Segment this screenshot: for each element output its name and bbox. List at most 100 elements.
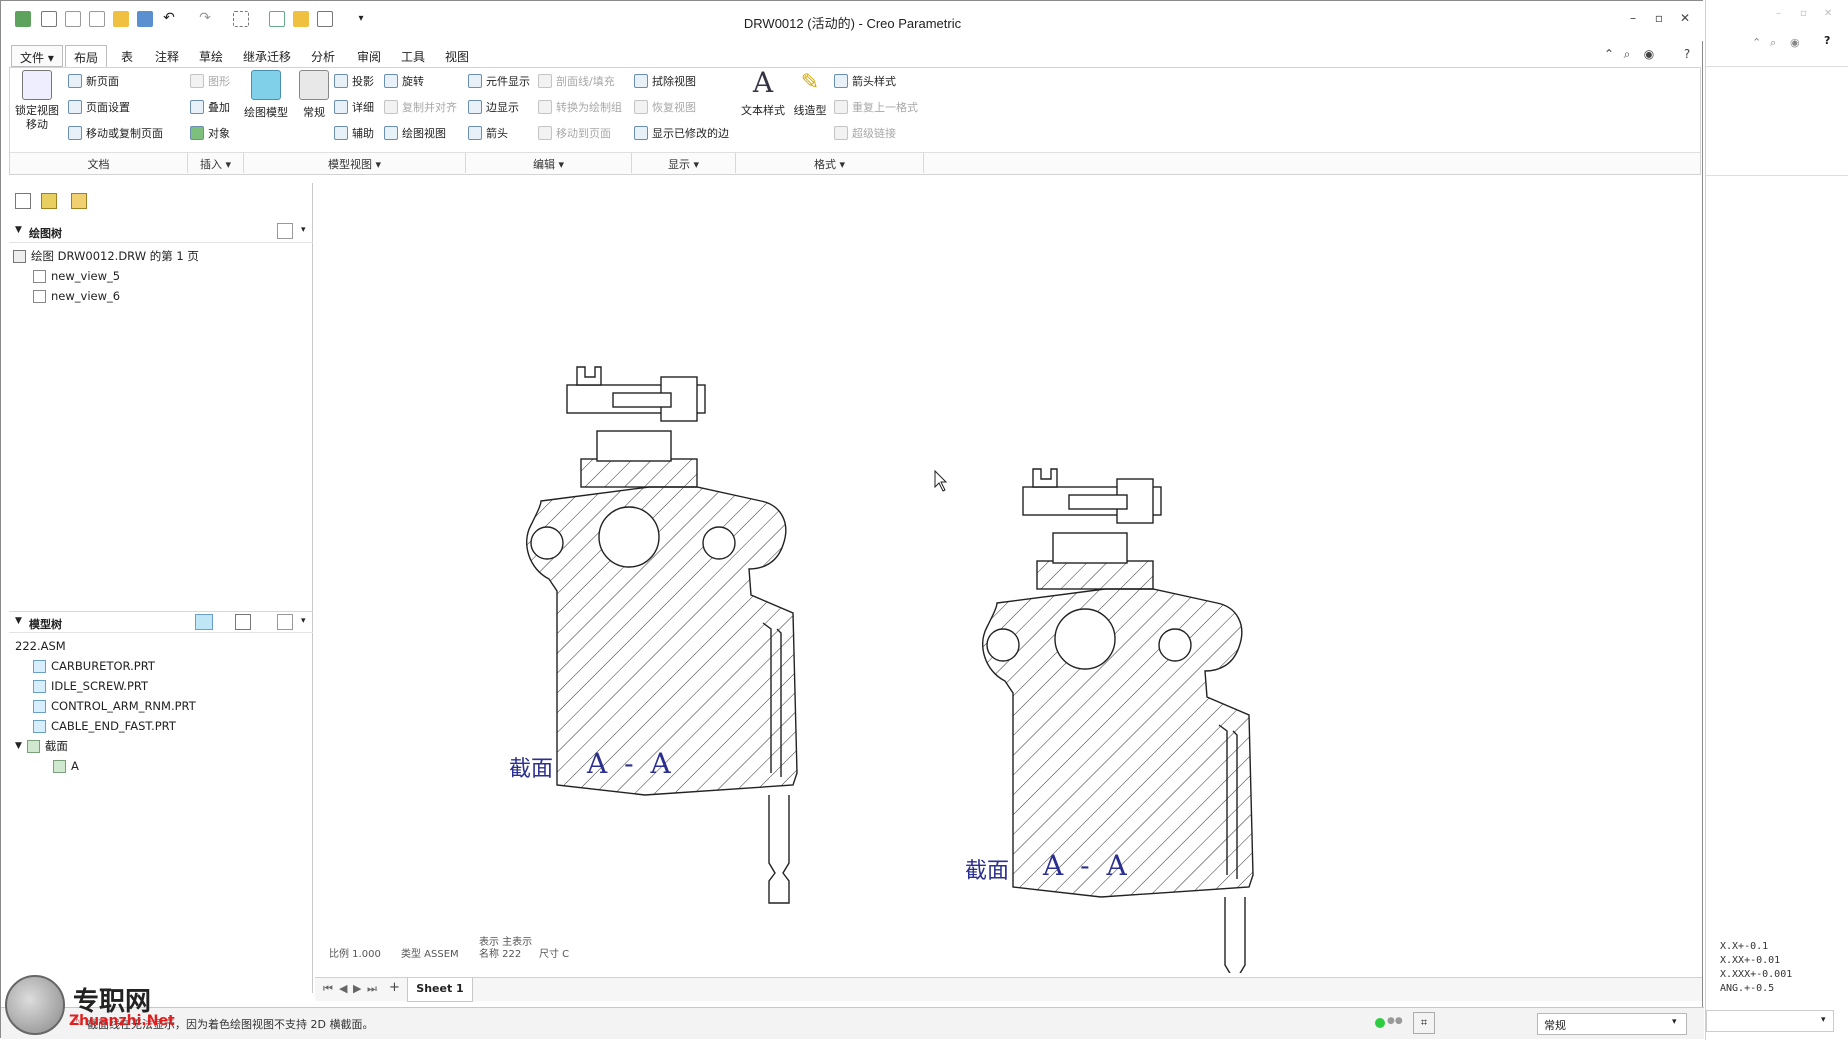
show-modified-edges-button[interactable]: 显示已修改的边 <box>634 124 729 142</box>
section-view-1[interactable] <box>526 366 798 904</box>
chevron-down-icon[interactable]: ▾ <box>301 616 306 626</box>
rotate-button[interactable]: 旋转 <box>384 72 424 90</box>
shape-button[interactable]: 图形 <box>190 72 230 90</box>
help-icon[interactable]: ? <box>1677 47 1697 65</box>
move-copy-page-button[interactable]: 移动或复制页面 <box>68 124 163 142</box>
text-style-button[interactable]: A 文本样式 <box>740 68 786 118</box>
detail-button[interactable]: 详细 <box>334 98 374 116</box>
tree-item-new-view-5[interactable]: new_view_5 <box>33 267 120 285</box>
overlay-label: 叠加 <box>208 101 230 114</box>
show-icon[interactable] <box>195 614 213 630</box>
tab-view[interactable]: 视图 <box>437 45 477 67</box>
group-format[interactable]: 格式 ▾ <box>736 153 924 173</box>
tree-settings-icon[interactable] <box>277 223 293 239</box>
component-display-button[interactable]: 元件显示 <box>468 72 530 90</box>
drawing-tree-header[interactable]: ▼ 绘图树 ▾ <box>9 221 313 243</box>
ribbon-group-bar: 文档 插入 ▾ 模型视图 ▾ 编辑 ▾ 显示 ▾ 格式 ▾ <box>10 152 1700 174</box>
minimize-icon[interactable]: – <box>1623 11 1643 29</box>
sheet-tab[interactable]: Sheet 1 <box>407 978 473 1002</box>
collapse-ribbon-icon[interactable]: ⌃ <box>1752 36 1761 49</box>
arrow-button[interactable]: 箭头 <box>468 124 508 142</box>
tolerance-line: X.XXX+-0.001 <box>1720 969 1793 980</box>
drawing-canvas[interactable]: 截面 A - A 截面 A - A <box>315 183 1702 973</box>
group-edit[interactable]: 编辑 ▾ <box>466 153 632 173</box>
maximize-icon[interactable]: ▫ <box>1800 8 1807 19</box>
line-style-button[interactable]: ✎ 线造型 <box>790 68 830 118</box>
help-icon[interactable]: ? <box>1824 34 1830 47</box>
settings-icon[interactable]: ◉ <box>1639 47 1659 65</box>
tab-review[interactable]: 审阅 <box>349 45 389 67</box>
edge-display-button[interactable]: 边显示 <box>468 98 519 116</box>
tab-analysis[interactable]: 分析 <box>303 45 343 67</box>
group-display[interactable]: 显示 ▾ <box>632 153 736 173</box>
erase-view-button[interactable]: 拭除视图 <box>634 72 696 90</box>
layer-tree-icon[interactable] <box>15 193 31 209</box>
general-view-button[interactable]: 常规 <box>294 70 334 120</box>
hyperlink-button[interactable]: 超级链接 <box>834 124 896 142</box>
convert-to-draft-button[interactable]: 转换为绘制组 <box>538 98 622 116</box>
copy-align-button[interactable]: 复制并对齐 <box>384 98 457 116</box>
tab-tools[interactable]: 工具 <box>393 45 433 67</box>
close-icon[interactable]: ✕ <box>1675 11 1695 29</box>
tree-item-new-view-6[interactable]: new_view_6 <box>33 287 120 305</box>
auxiliary-button[interactable]: 辅助 <box>334 124 374 142</box>
secondary-window: – ▫ ✕ ⌃ ⌕ ◉ ? X.X+-0.1 X.XX+-0.01 X.XXX+… <box>1705 0 1848 1040</box>
secondary-filter-dropdown[interactable]: ▾ <box>1706 1010 1834 1032</box>
search-icon[interactable]: ⌕ <box>1770 36 1776 50</box>
search-icon[interactable]: ⌕ <box>1617 47 1637 65</box>
tab-legacy-migration[interactable]: 继承迁移 <box>235 45 299 67</box>
next-sheet-icon[interactable]: ▶ <box>353 982 361 995</box>
tree-item-sections[interactable]: ▼ 截面 <box>15 737 68 755</box>
minimize-icon[interactable]: – <box>1776 8 1781 19</box>
tab-annotate[interactable]: 注释 <box>147 45 187 67</box>
model-tree-header[interactable]: ▼ 模型树 ▾ <box>9 611 313 633</box>
repeat-last-format-button[interactable]: 重复上一格式 <box>834 98 918 116</box>
drawing-tree-root[interactable]: 绘图 DRW0012.DRW 的第 1 页 <box>13 247 199 265</box>
section-view-2[interactable] <box>982 468 1254 973</box>
projection-button[interactable]: 投影 <box>334 72 374 90</box>
add-sheet-icon[interactable]: + <box>389 980 400 995</box>
collapse-ribbon-icon[interactable]: ⌃ <box>1599 47 1619 65</box>
selection-filter-dropdown[interactable]: 常规 ▾ <box>1537 1013 1687 1035</box>
favorites-icon[interactable] <box>71 193 87 209</box>
page-setup-button[interactable]: 页面设置 <box>68 98 130 116</box>
filter-icon[interactable] <box>235 614 251 630</box>
tolerance-line: X.X+-0.1 <box>1720 941 1769 952</box>
folder-browser-icon[interactable] <box>41 193 57 209</box>
tree-item-control-arm[interactable]: CONTROL_ARM_RNM.PRT <box>33 697 196 715</box>
new-page-button[interactable]: 新页面 <box>68 72 119 90</box>
drawing-model-icon <box>251 70 281 100</box>
group-model-views[interactable]: 模型视图 ▾ <box>244 153 466 173</box>
binoculars-icon[interactable]: ⌗ <box>1413 1012 1435 1034</box>
move-to-page-button[interactable]: 移动到页面 <box>538 124 611 142</box>
tab-table[interactable]: 表 <box>113 45 141 67</box>
object-button[interactable]: 对象 <box>190 124 230 142</box>
tab-layout[interactable]: 布局 <box>65 45 108 67</box>
drawing-tree-root-label: 绘图 DRW0012.DRW 的第 1 页 <box>31 249 199 263</box>
close-icon[interactable]: ✕ <box>1824 8 1832 19</box>
drawing-model-button[interactable]: 绘图模型 <box>242 70 290 120</box>
chevron-down-icon[interactable]: ▾ <box>301 225 306 235</box>
lock-view-move-button[interactable]: 锁定视图 移动 <box>14 70 60 132</box>
settings-icon[interactable]: ◉ <box>1790 36 1800 49</box>
tree-settings-icon[interactable] <box>277 614 293 630</box>
detail-label: 详细 <box>352 101 374 114</box>
tree-item-section-a[interactable]: A <box>53 757 79 775</box>
tab-sketch[interactable]: 草绘 <box>191 45 231 67</box>
tree-item-cable-end[interactable]: CABLE_END_FAST.PRT <box>33 717 176 735</box>
tree-item-carburetor[interactable]: CARBURETOR.PRT <box>33 657 155 675</box>
last-sheet-icon[interactable]: ⏭ <box>367 982 377 996</box>
restore-view-button[interactable]: 恢复视图 <box>634 98 696 116</box>
overlay-button[interactable]: 叠加 <box>190 98 230 116</box>
drawing-view-button[interactable]: 绘图视图 <box>384 124 446 142</box>
show-modified-edges-label: 显示已修改的边 <box>652 127 729 140</box>
group-insert[interactable]: 插入 ▾ <box>188 153 244 173</box>
model-tree-root[interactable]: 222.ASM <box>15 637 66 655</box>
section-line-fill-button[interactable]: 剖面线/填充 <box>538 72 615 90</box>
maximize-icon[interactable]: ▫ <box>1649 11 1669 29</box>
prev-sheet-icon[interactable]: ◀ <box>339 982 347 995</box>
tree-item-idle-screw[interactable]: IDLE_SCREW.PRT <box>33 677 148 695</box>
tab-file[interactable]: 文件 ▾ <box>11 45 63 67</box>
arrow-style-button[interactable]: 箭头样式 <box>834 72 896 90</box>
first-sheet-icon[interactable]: ⏮ <box>323 982 333 996</box>
